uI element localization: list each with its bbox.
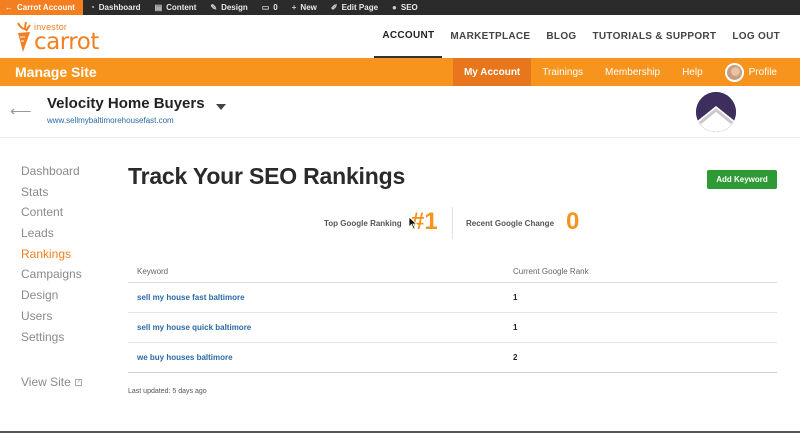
admin-item-label: Edit Page <box>341 3 379 12</box>
admin-item-label: Carrot Account <box>17 3 75 12</box>
sidebar-item-design[interactable]: Design <box>21 287 111 308</box>
sidebar-item-rankings[interactable]: Rankings <box>21 246 111 267</box>
house-roof-icon <box>696 92 736 132</box>
page-title: Track Your SEO Rankings <box>128 163 406 189</box>
top-nav-log-out[interactable]: LOG OUT <box>724 15 788 58</box>
add-keyword-button[interactable]: Add Keyword <box>707 170 777 189</box>
logo-big-text: carrot <box>34 29 99 55</box>
keyword-link[interactable]: sell my house fast baltimore <box>128 282 504 313</box>
top-nav-account[interactable]: ACCOUNT <box>374 15 443 58</box>
admin-item-label: SEO <box>400 3 418 12</box>
sidebar-nav: Dashboard Stats Content Leads Rankings C… <box>21 163 111 349</box>
manage-site-title: Manage Site <box>15 64 97 80</box>
subnav-my-account[interactable]: My Account <box>452 58 532 86</box>
admin-seo[interactable]: ● SEO <box>385 0 425 15</box>
carrot-icon <box>17 21 31 52</box>
admin-new[interactable]: + New <box>285 0 324 15</box>
design-icon: ✎ <box>210 3 218 12</box>
table-row: sell my house quick baltimore 1 <box>128 312 777 343</box>
admin-item-label: New <box>300 3 317 12</box>
top-nav-marketplace[interactable]: MARKETPLACE <box>442 15 538 58</box>
admin-item-label: Dashboard <box>98 3 141 12</box>
pencil-icon: ✐ <box>330 3 338 12</box>
table-row: we buy houses baltimore 2 <box>128 342 777 373</box>
admin-content[interactable]: ▤ Content <box>148 0 204 15</box>
manage-site-bar: Manage Site My Account Trainings Members… <box>0 58 800 86</box>
rank-value: 2 <box>504 342 777 373</box>
view-site-link[interactable]: View Site ↗ <box>21 375 82 389</box>
site-url-link[interactable]: www.sellmybaltimorehousefast.com <box>47 116 174 125</box>
dashboard-icon: ◔ <box>89 3 95 12</box>
admin-design[interactable]: ✎ Design <box>203 0 254 15</box>
view-site-label: View Site <box>21 375 71 389</box>
back-arrow-icon[interactable]: ⟵ <box>10 102 32 120</box>
rank-value: 1 <box>504 312 777 343</box>
admin-item-label: Design <box>221 3 248 12</box>
sidebar-item-dashboard[interactable]: Dashboard <box>21 163 111 184</box>
avatar <box>724 62 744 82</box>
sidebar-item-leads[interactable]: Leads <box>21 225 111 246</box>
comment-icon: ▭ <box>261 3 270 12</box>
sidebar-item-settings[interactable]: Settings <box>21 329 111 350</box>
back-arrow-icon: ← <box>5 3 13 12</box>
subnav-trainings[interactable]: Trainings <box>531 58 594 86</box>
external-link-icon: ↗ <box>74 378 82 386</box>
top-nav-blog[interactable]: BLOG <box>538 15 584 58</box>
admin-item-label: 0 <box>273 3 278 12</box>
sidebar-item-content[interactable]: Content <box>21 204 111 225</box>
site-name[interactable]: Velocity Home Buyers <box>47 95 205 112</box>
recent-change-label: Recent Google Change <box>466 219 555 228</box>
investor-carrot-logo[interactable]: investor carrot <box>12 19 102 55</box>
manage-subnav: My Account Trainings Membership Help Pro… <box>452 58 788 86</box>
site-header: investor carrot ACCOUNT MARKETPLACE BLOG… <box>0 15 800 58</box>
admin-comments[interactable]: ▭ 0 <box>255 0 285 15</box>
ranking-stats: Top Google Ranking #1 Recent Google Chan… <box>300 207 600 239</box>
top-nav: ACCOUNT MARKETPLACE BLOG TUTORIALS & SUP… <box>374 15 788 58</box>
top-nav-tutorials-support[interactable]: TUTORIALS & SUPPORT <box>584 15 724 58</box>
admin-edit-page[interactable]: ✐ Edit Page <box>324 0 385 15</box>
admin-bar: ← Carrot Account ◔ Dashboard ▤ Content ✎… <box>0 0 800 15</box>
mouse-cursor-icon <box>408 216 418 230</box>
column-header-keyword[interactable]: Keyword <box>128 261 504 283</box>
recent-change-value: 0 <box>566 208 580 235</box>
subnav-help[interactable]: Help <box>671 58 714 86</box>
content-icon: ▤ <box>154 3 163 12</box>
rank-value: 1 <box>504 282 777 313</box>
admin-dashboard[interactable]: ◔ Dashboard <box>83 0 148 15</box>
admin-carrot-account[interactable]: ← Carrot Account <box>0 0 83 15</box>
top-rank-label: Top Google Ranking <box>324 219 402 228</box>
sidebar-item-stats[interactable]: Stats <box>21 184 111 205</box>
site-logo[interactable] <box>696 92 736 132</box>
seo-icon: ● <box>392 3 397 12</box>
last-updated-text: Last updated: 5 days ago <box>128 388 207 395</box>
sidebar-item-campaigns[interactable]: Campaigns <box>21 266 111 287</box>
table-row: sell my house fast baltimore 1 <box>128 282 777 313</box>
admin-item-label: Content <box>166 3 197 12</box>
site-selector-bar: ⟵ Velocity Home Buyers www.sellmybaltimo… <box>0 86 800 138</box>
keyword-link[interactable]: sell my house quick baltimore <box>128 312 504 343</box>
column-header-rank[interactable]: Current Google Rank <box>504 261 777 283</box>
subnav-membership[interactable]: Membership <box>594 58 671 86</box>
chevron-down-icon[interactable] <box>216 104 226 110</box>
subnav-profile[interactable]: Profile <box>714 58 788 86</box>
plus-icon: + <box>291 3 297 12</box>
keyword-link[interactable]: we buy houses baltimore <box>128 342 504 373</box>
table-header-row: Keyword Current Google Rank <box>128 261 777 283</box>
stats-divider <box>452 207 453 239</box>
rankings-table: Keyword Current Google Rank sell my hous… <box>128 261 777 373</box>
sidebar-item-users[interactable]: Users <box>21 308 111 329</box>
profile-label: Profile <box>748 66 777 78</box>
